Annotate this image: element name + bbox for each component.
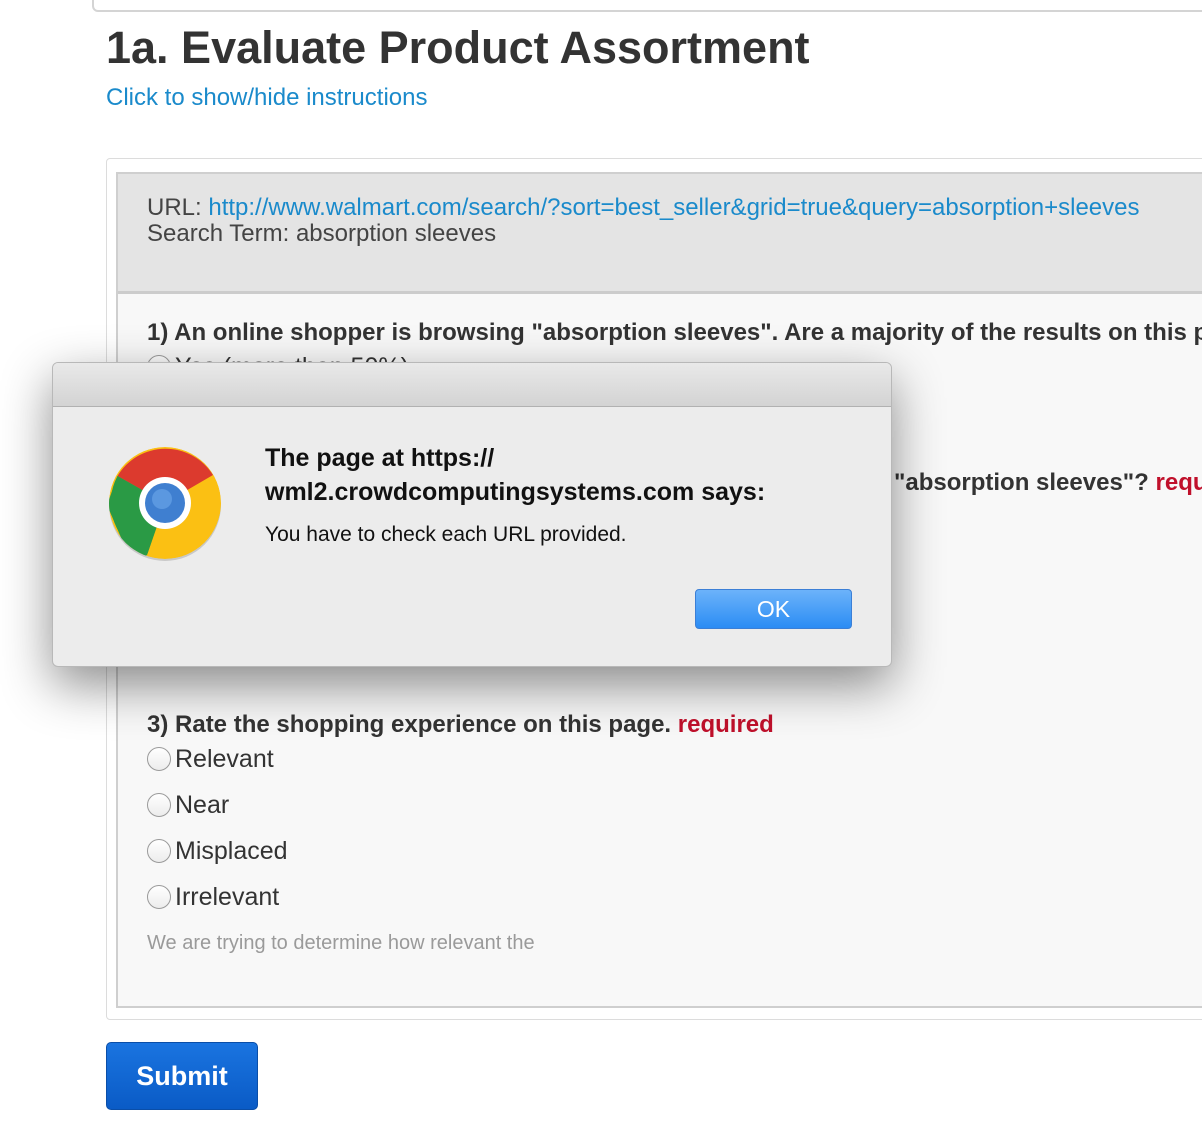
ok-button[interactable]: OK [695, 589, 852, 629]
q3-option-relevant[interactable]: Relevant [147, 744, 274, 774]
q3-option-irrelevant[interactable]: Irrelevant [147, 882, 279, 912]
question-3-text: 3) Rate the shopping experience on this … [147, 711, 672, 738]
radio-label: Misplaced [175, 836, 288, 865]
q3-option-near[interactable]: Near [147, 790, 229, 820]
radio-button[interactable] [147, 747, 171, 771]
task-url-link[interactable]: http://www.walmart.com/search/?sort=best… [208, 194, 1139, 221]
required-badge: required [1155, 469, 1202, 496]
radio-button[interactable] [147, 839, 171, 863]
radio-label: Relevant [175, 744, 274, 773]
dialog-heading: The page at https:// wml2.crowdcomputing… [265, 444, 766, 506]
url-line: URL: http://www.walmart.com/search/?sort… [147, 194, 1139, 222]
radio-label: Near [175, 790, 230, 819]
question-3-hint: We are trying to determine how relevant … [147, 932, 535, 954]
alert-dialog: The page at https:// wml2.crowdcomputing… [52, 362, 892, 667]
task-info-header: URL: http://www.walmart.com/search/?sort… [118, 174, 1202, 294]
radio-button[interactable] [147, 793, 171, 817]
question-2: "absorption sleeves"? required [894, 468, 1202, 498]
submit-button[interactable]: Submit [106, 1042, 258, 1110]
question-3: 3) Rate the shopping experience on this … [147, 710, 774, 740]
page-title: 1a. Evaluate Product Assortment [106, 22, 810, 73]
q3-option-misplaced[interactable]: Misplaced [147, 836, 288, 866]
question-1: 1) An online shopper is browsing "absorp… [147, 319, 1202, 346]
radio-label: Irrelevant [175, 882, 280, 911]
toggle-instructions-link[interactable]: Click to show/hide instructions [106, 84, 427, 112]
top-frame [92, 0, 1202, 12]
url-label: URL: [147, 194, 202, 221]
chrome-icon [109, 447, 221, 561]
dialog-titlebar[interactable] [53, 363, 891, 407]
required-badge: required [677, 711, 774, 738]
page: 1a. Evaluate Product Assortment Click to… [0, 0, 1202, 1134]
question-2-text: "absorption sleeves"? [894, 469, 1149, 496]
search-term: Search Term: absorption sleeves [147, 220, 497, 247]
dialog-message: You have to check each URL provided. [265, 523, 627, 546]
radio-button[interactable] [147, 885, 171, 909]
